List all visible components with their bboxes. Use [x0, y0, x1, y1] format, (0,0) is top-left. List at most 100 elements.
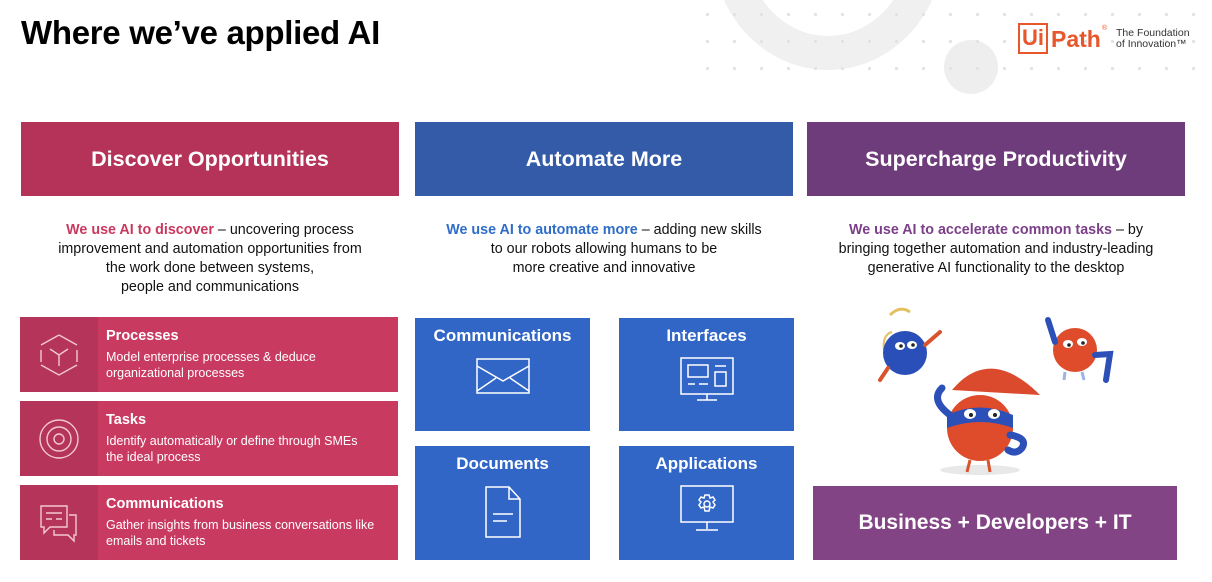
card-communications: Communications Gather insights from busi… — [20, 485, 398, 560]
grid-dot — [733, 40, 736, 43]
grid-dot — [922, 40, 925, 43]
automate-desc-line1: – adding new skills — [637, 222, 762, 238]
grid-dot — [814, 67, 817, 70]
grid-dot — [1165, 67, 1168, 70]
tile-documents: Documents — [415, 446, 590, 560]
grid-dot — [706, 67, 709, 70]
grid-dot — [841, 40, 844, 43]
grid-dot — [922, 13, 925, 16]
card-description: Model enterprise processes & deduce orga… — [106, 349, 316, 381]
discover-highlight: We use AI to discover — [66, 222, 214, 238]
header-discover-opportunities: Discover Opportunities — [21, 122, 399, 196]
grid-dot — [976, 40, 979, 43]
header-automate-more: Automate More — [415, 122, 793, 196]
supercharge-desc-line2: bringing together automation and industr… — [838, 241, 1154, 257]
business-developers-it-banner: Business + Developers + IT — [813, 486, 1177, 560]
supercharge-highlight: We use AI to accelerate common tasks — [848, 222, 1112, 238]
card-desc-line1: Identify automatically or define through… — [106, 434, 358, 448]
automate-desc-line2: to our robots allowing humans to be — [490, 241, 718, 257]
card-description: Identify automatically or define through… — [106, 433, 358, 465]
grid-dot — [1138, 67, 1141, 70]
grid-dot — [1192, 13, 1195, 16]
grid-dot — [760, 13, 763, 16]
grid-dot — [760, 67, 763, 70]
grid-dot — [841, 13, 844, 16]
grid-dot — [1111, 67, 1114, 70]
grid-dot — [1192, 67, 1195, 70]
supercharge-desc-line1: – by — [1112, 222, 1143, 238]
grid-dot — [841, 67, 844, 70]
grid-dot — [976, 67, 979, 70]
gear-monitor-icon — [619, 484, 794, 534]
tile-title: Applications — [655, 454, 758, 473]
header-supercharge-productivity: Supercharge Productivity — [807, 122, 1185, 196]
grid-dot — [868, 67, 871, 70]
grid-dot — [895, 40, 898, 43]
logo-mark-box: Ui — [1018, 23, 1048, 54]
grid-dot — [1003, 67, 1006, 70]
card-desc-line1: Model enterprise processes & deduce — [106, 350, 316, 364]
grid-dot — [814, 40, 817, 43]
discover-desc-line2: improvement and automation opportunities… — [58, 241, 362, 257]
automate-desc-line3: more creative and innovative — [512, 260, 696, 276]
logo-tagline-line2: of Innovation™ — [1116, 37, 1187, 50]
discover-desc-line3: the work done between systems, — [105, 260, 315, 276]
card-description: Gather insights from business conversati… — [106, 517, 374, 549]
card-title: Communications — [106, 496, 224, 512]
grid-dot — [976, 13, 979, 16]
grid-dot — [787, 40, 790, 43]
grid-dot — [733, 67, 736, 70]
discover-desc-line1: – uncovering process — [213, 222, 354, 238]
grid-dot — [1030, 13, 1033, 16]
interface-monitor-icon — [619, 356, 794, 404]
envelope-icon — [415, 356, 590, 396]
grid-dot — [868, 13, 871, 16]
grid-dot — [760, 40, 763, 43]
grid-dot — [787, 67, 790, 70]
chat-bubbles-icon — [20, 485, 98, 560]
grid-dot — [1003, 13, 1006, 16]
grid-dot — [1111, 13, 1114, 16]
logo-tagline: The Foundation of Innovation™ — [1116, 26, 1190, 50]
tile-title: Interfaces — [666, 326, 747, 345]
grid-dot — [1084, 13, 1087, 16]
cube-icon — [20, 317, 98, 392]
tile-communications: Communications — [415, 318, 590, 431]
logo-tagline-line1: The Foundation — [1116, 26, 1190, 39]
discover-desc-line4: people and communications — [120, 279, 300, 295]
page-title: Where we’ve applied AI — [21, 14, 380, 51]
grid-dot — [1003, 40, 1006, 43]
card-title: Processes — [106, 328, 179, 344]
grid-dot — [1165, 13, 1168, 16]
grid-dot — [706, 13, 709, 16]
grid-dot — [949, 40, 952, 43]
grid-dot — [1192, 40, 1195, 43]
grid-dot — [733, 13, 736, 16]
supercharge-desc-line3: generative AI functionality to the deskt… — [867, 260, 1125, 276]
card-tasks: Tasks Identify automatically or define t… — [20, 401, 398, 476]
uipath-logo: Ui Path ® The Foundation of Innovation™ — [1018, 23, 1190, 54]
tile-title: Communications — [433, 326, 572, 345]
card-desc-line1: Gather insights from business conversati… — [106, 518, 375, 532]
supercharge-description: We use AI to accelerate common tasks – b… — [801, 221, 1191, 278]
discover-description: We use AI to discover – uncovering proce… — [15, 221, 405, 297]
card-title: Tasks — [106, 412, 147, 428]
grid-dot — [1057, 67, 1060, 70]
grid-dot — [922, 67, 925, 70]
grid-dot — [787, 13, 790, 16]
logo-mark-text: Path — [1051, 25, 1101, 52]
grid-dot — [1084, 67, 1087, 70]
tile-applications: Applications — [619, 446, 794, 560]
automate-description: We use AI to automate more – adding new … — [409, 221, 799, 278]
grid-dot — [895, 67, 898, 70]
document-icon — [415, 484, 590, 540]
card-desc-line2: organizational processes — [106, 366, 245, 380]
card-desc-line2: the ideal process — [106, 450, 201, 464]
grid-dot — [868, 40, 871, 43]
card-processes: Processes Model enterprise processes & d… — [20, 317, 398, 392]
grid-dot — [706, 40, 709, 43]
grid-dot — [949, 13, 952, 16]
target-icon — [20, 401, 98, 476]
grid-dot — [1057, 13, 1060, 16]
logo-registered: ® — [1101, 25, 1108, 32]
